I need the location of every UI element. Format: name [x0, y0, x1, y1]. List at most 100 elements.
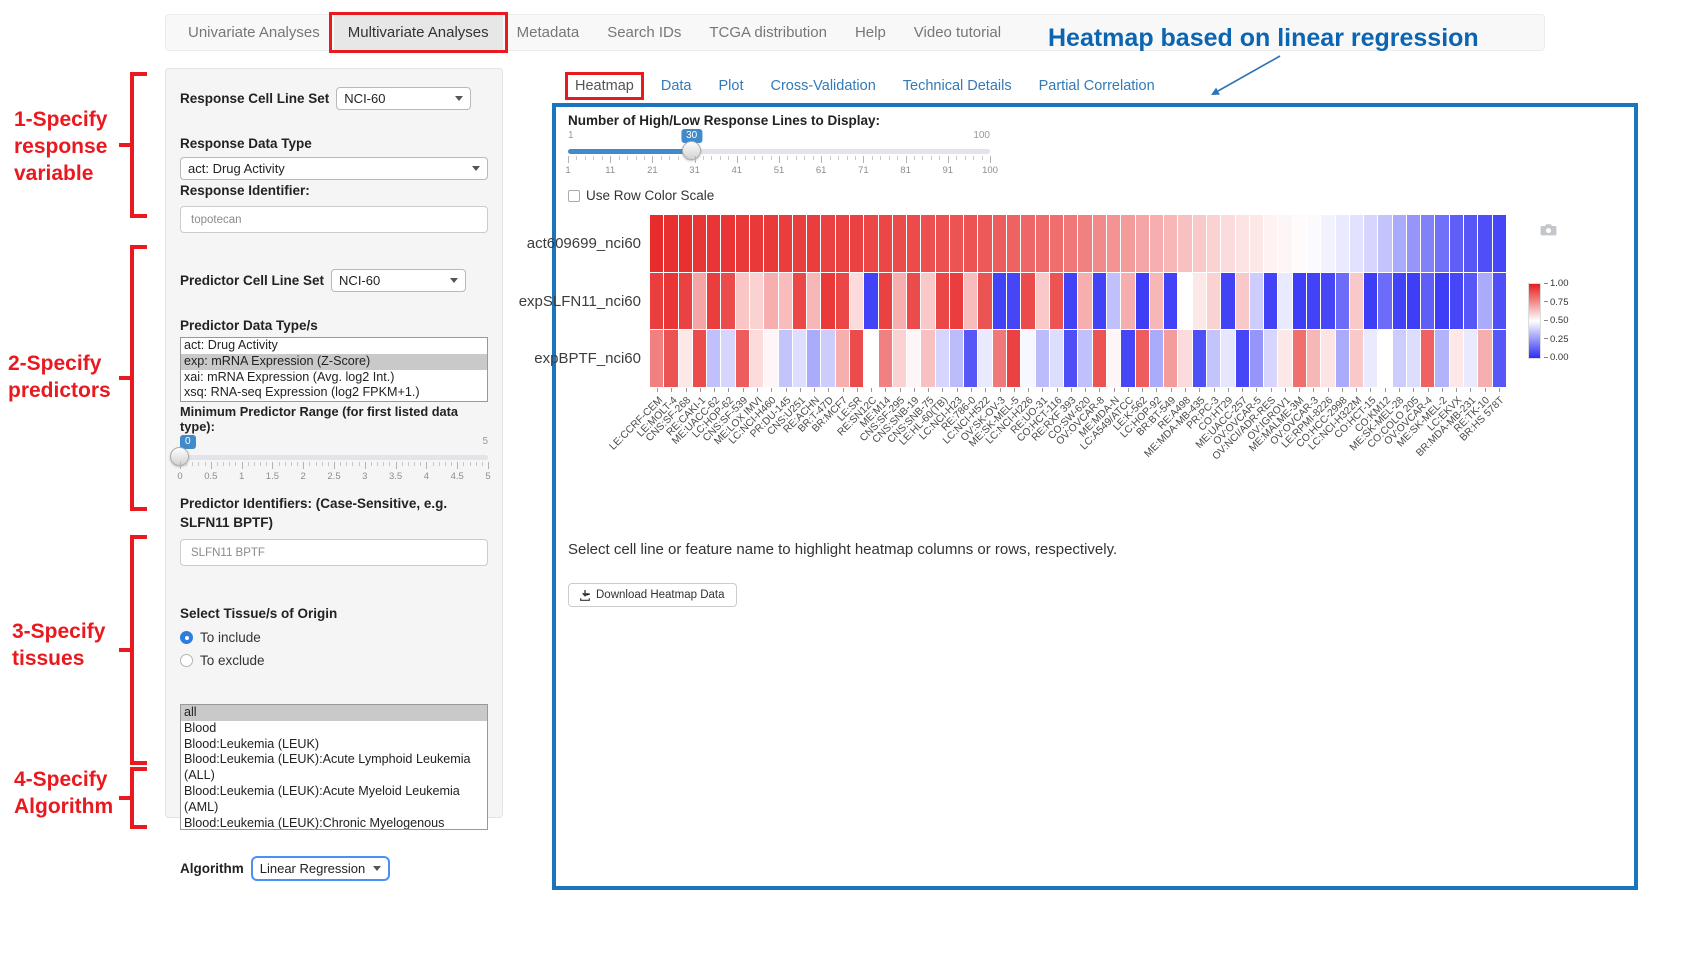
heatmap-cell[interactable] [936, 215, 949, 272]
heatmap-cell[interactable] [736, 273, 749, 330]
heatmap-cell[interactable] [1150, 273, 1163, 330]
heatmap-cell[interactable] [1007, 330, 1020, 387]
heatmap-cell[interactable] [1378, 215, 1391, 272]
heatmap-cell[interactable] [1364, 330, 1377, 387]
heatmap-cell[interactable] [779, 330, 792, 387]
predictor-cell-line-set-select[interactable]: NCI-60 [331, 269, 466, 292]
nav-item-video-tutorial[interactable]: Video tutorial [900, 15, 1015, 50]
heatmap-cell[interactable] [893, 330, 906, 387]
heatmap-cell[interactable] [993, 215, 1006, 272]
heatmap-cell[interactable] [950, 273, 963, 330]
heatmap-cell[interactable] [879, 273, 892, 330]
tab-data[interactable]: Data [661, 78, 692, 94]
predictor-identifiers-input[interactable] [180, 539, 488, 566]
heatmap-cell[interactable] [1378, 330, 1391, 387]
nav-item-multivariate-analyses[interactable]: Multivariate Analyses [334, 15, 503, 50]
heatmap-cell[interactable] [793, 330, 806, 387]
heatmap-cell[interactable] [1078, 215, 1091, 272]
heatmap-cell[interactable] [950, 215, 963, 272]
heatmap-cell[interactable] [650, 215, 663, 272]
heatmap-cell[interactable] [1050, 273, 1063, 330]
heatmap-cell[interactable] [821, 330, 834, 387]
heatmap-cell[interactable] [1336, 273, 1349, 330]
heatmap-cell[interactable] [1121, 330, 1134, 387]
heatmap-cell[interactable] [664, 215, 677, 272]
heatmap-cell[interactable] [850, 215, 863, 272]
response-data-type-select[interactable]: act: Drug Activity [180, 157, 488, 180]
list-option-xai-mrna-expression-avg-log2-int[interactable]: xai: mRNA Expression (Avg. log2 Int.) [181, 370, 487, 386]
download-heatmap-button[interactable]: Download Heatmap Data [568, 583, 737, 607]
heatmap-row-label[interactable]: act609699_nci60 [527, 235, 641, 252]
heatmap-cell[interactable] [836, 215, 849, 272]
heatmap-cell[interactable] [1278, 273, 1291, 330]
row-color-scale-checkbox[interactable] [568, 190, 580, 202]
heatmap-cell[interactable] [1450, 215, 1463, 272]
heatmap-cell[interactable] [1478, 330, 1491, 387]
nav-item-search-ids[interactable]: Search IDs [593, 15, 695, 50]
heatmap-cell[interactable] [1493, 215, 1506, 272]
heatmap-cell[interactable] [1193, 215, 1206, 272]
heatmap-cell[interactable] [1236, 215, 1249, 272]
heatmap-cell[interactable] [707, 330, 720, 387]
heatmap-cell[interactable] [1435, 273, 1448, 330]
heatmap-cell[interactable] [793, 215, 806, 272]
heatmap-cell[interactable] [736, 215, 749, 272]
heatmap-cell[interactable] [921, 330, 934, 387]
heatmap-cell[interactable] [1307, 215, 1320, 272]
heatmap-cell[interactable] [793, 273, 806, 330]
heatmap-cell[interactable] [1193, 273, 1206, 330]
slider-track[interactable] [180, 455, 488, 460]
lines-slider[interactable]: 1 100 30 1112131415161718191100 [568, 130, 990, 182]
heatmap-cell[interactable] [893, 215, 906, 272]
min-predictor-range-slider[interactable]: 5 0 00.511.522.533.544.55 [180, 436, 488, 486]
heatmap-cell[interactable] [1021, 215, 1034, 272]
heatmap-cell[interactable] [650, 273, 663, 330]
heatmap-row-label[interactable]: expBPTF_nci60 [534, 350, 641, 367]
heatmap-cell[interactable] [921, 273, 934, 330]
heatmap-cell[interactable] [721, 215, 734, 272]
heatmap-cell[interactable] [1393, 215, 1406, 272]
heatmap-cell[interactable] [1107, 215, 1120, 272]
heatmap-cell[interactable] [707, 273, 720, 330]
heatmap-cell[interactable] [1221, 330, 1234, 387]
heatmap-cell[interactable] [836, 273, 849, 330]
heatmap-cell[interactable] [750, 273, 763, 330]
heatmap-row-label[interactable]: expSLFN11_nci60 [519, 293, 641, 310]
heatmap-cell[interactable] [1107, 330, 1120, 387]
exclude-radio[interactable] [180, 654, 193, 667]
heatmap-cell[interactable] [1293, 215, 1306, 272]
heatmap-cell[interactable] [1121, 273, 1134, 330]
heatmap-cell[interactable] [1007, 215, 1020, 272]
heatmap-cell[interactable] [1478, 215, 1491, 272]
heatmap-cell[interactable] [650, 330, 663, 387]
heatmap-cell[interactable] [978, 273, 991, 330]
heatmap-cell[interactable] [1350, 215, 1363, 272]
heatmap-cell[interactable] [879, 215, 892, 272]
heatmap-cell[interactable] [1136, 273, 1149, 330]
heatmap-cell[interactable] [1136, 330, 1149, 387]
heatmap-cell[interactable] [1264, 215, 1277, 272]
heatmap-cell[interactable] [750, 330, 763, 387]
list-option-blood-leukemia-leuk-acute-myeloid-leukem[interactable]: Blood:Leukemia (LEUK):Acute Myeloid Leuk… [181, 784, 487, 816]
heatmap-cell[interactable] [1450, 273, 1463, 330]
heatmap-cell[interactable] [1278, 330, 1291, 387]
include-radio[interactable] [180, 631, 193, 644]
heatmap-cell[interactable] [736, 330, 749, 387]
heatmap-cell[interactable] [1221, 215, 1234, 272]
list-option-act-drug-activity[interactable]: act: Drug Activity [181, 338, 487, 354]
response-identifier-input[interactable] [180, 206, 488, 233]
heatmap-cell[interactable] [1407, 215, 1420, 272]
heatmap-cell[interactable] [993, 330, 1006, 387]
heatmap-cell[interactable] [1064, 215, 1077, 272]
heatmap-cell[interactable] [764, 215, 777, 272]
heatmap-cell[interactable] [679, 330, 692, 387]
heatmap-cell[interactable] [1178, 330, 1191, 387]
heatmap-cell[interactable] [1350, 330, 1363, 387]
heatmap-cell[interactable] [764, 273, 777, 330]
heatmap-cell[interactable] [1293, 273, 1306, 330]
heatmap-cell[interactable] [707, 215, 720, 272]
heatmap-cell[interactable] [1407, 273, 1420, 330]
heatmap-cell[interactable] [964, 273, 977, 330]
heatmap-cell[interactable] [1321, 215, 1334, 272]
heatmap-cell[interactable] [879, 330, 892, 387]
